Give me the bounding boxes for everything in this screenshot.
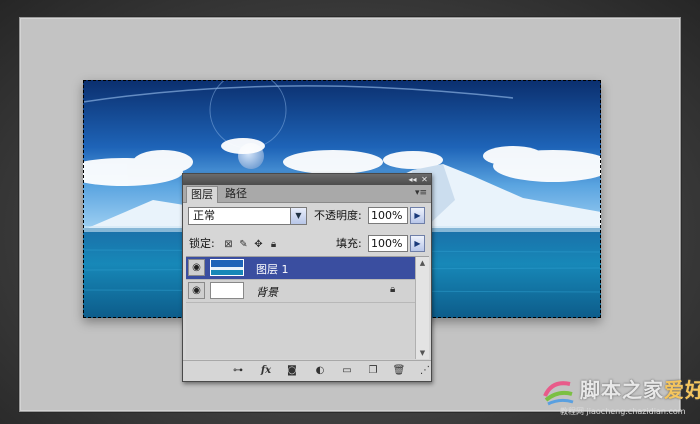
tab-layers[interactable]: 图层 — [186, 186, 218, 203]
adjustment-icon[interactable]: ◐ — [313, 364, 327, 378]
lock-move-icon[interactable]: ✥ — [253, 239, 264, 250]
panel-footer: ⊶ fx ◙ ◐ ▭ ❐ 🗑︎ ⋰ — [183, 360, 431, 381]
link-icon[interactable]: ⊶ — [230, 364, 246, 378]
layers-list: ◉ 图层 1 ◉ 背景 🔒︎ ▲ ▼ — [186, 256, 429, 359]
lock-transparency-icon[interactable]: ⊠ — [223, 239, 234, 250]
layer-row-1[interactable]: ◉ 图层 1 — [186, 257, 415, 280]
lock-row: 锁定: ⊠ ✎ ✥ 🔒︎ 填充: 100% ▶ — [183, 231, 431, 255]
tab-paths[interactable]: 路径 — [221, 186, 251, 202]
group-folder-icon[interactable]: ▭ — [340, 364, 354, 378]
trash-icon[interactable]: 🗑︎ — [392, 364, 406, 378]
watermark: 脚本之家爱好者 教程网 jiaocheng.chazidian.com — [534, 372, 700, 420]
mask-icon[interactable]: ◙ — [285, 364, 299, 378]
chevron-down-icon[interactable]: ▼ — [290, 208, 306, 224]
layers-panel: ◂◂ ✕ 图层 路径 ▾≡ 正常 ▼ 不透明度: 100% ▶ 锁定: ⊠ ✎ ✥ 🔒… — [182, 173, 432, 382]
new-layer-icon[interactable]: ❐ — [366, 364, 380, 378]
fill-slider-button[interactable]: ▶ — [410, 235, 425, 252]
lock-icon: 🔒︎ — [390, 284, 396, 295]
layer-thumbnail — [210, 282, 244, 299]
watermark-brand: 脚本之家爱好者 — [580, 378, 700, 402]
scroll-down-icon[interactable]: ▼ — [416, 347, 429, 359]
collapse-icon[interactable]: ◂◂ — [407, 174, 418, 185]
scroll-up-icon[interactable]: ▲ — [416, 257, 429, 269]
lock-all-icon[interactable]: 🔒︎ — [268, 239, 279, 250]
lock-paint-icon[interactable]: ✎ — [238, 239, 249, 250]
layer-thumbnail — [210, 259, 244, 276]
opacity-label: 不透明度: — [314, 209, 362, 222]
blend-row: 正常 ▼ 不透明度: 100% ▶ — [183, 203, 431, 229]
fx-icon[interactable]: fx — [258, 364, 274, 378]
watermark-url: 教程网 jiaocheng.chazidian.com — [560, 407, 686, 416]
close-icon[interactable]: ✕ — [419, 174, 430, 185]
eye-icon[interactable]: ◉ — [188, 282, 205, 299]
fill-field[interactable]: 100% — [368, 235, 408, 252]
blend-mode-value: 正常 — [193, 209, 215, 222]
watermark-logo — [543, 381, 574, 406]
blend-mode-select[interactable]: 正常 ▼ — [188, 207, 307, 225]
panel-titlebar[interactable]: ◂◂ ✕ — [183, 174, 431, 185]
panel-tabs: 图层 路径 ▾≡ — [183, 185, 431, 203]
layers-scrollbar[interactable]: ▲ ▼ — [415, 257, 429, 359]
fill-label: 填充: — [336, 237, 362, 250]
lock-icons: ⊠ ✎ ✥ 🔒︎ — [223, 237, 283, 251]
resize-grip-icon[interactable]: ⋰ — [420, 364, 430, 378]
layer-row-background[interactable]: ◉ 背景 🔒︎ — [186, 280, 415, 303]
opacity-slider-button[interactable]: ▶ — [410, 207, 425, 224]
lock-label: 锁定: — [189, 237, 215, 250]
layer-name[interactable]: 背景 — [256, 284, 278, 300]
panel-menu-icon[interactable]: ▾≡ — [415, 188, 427, 198]
layer-name[interactable]: 图层 1 — [256, 261, 289, 277]
opacity-field[interactable]: 100% — [368, 207, 408, 224]
eye-icon[interactable]: ◉ — [188, 259, 205, 276]
